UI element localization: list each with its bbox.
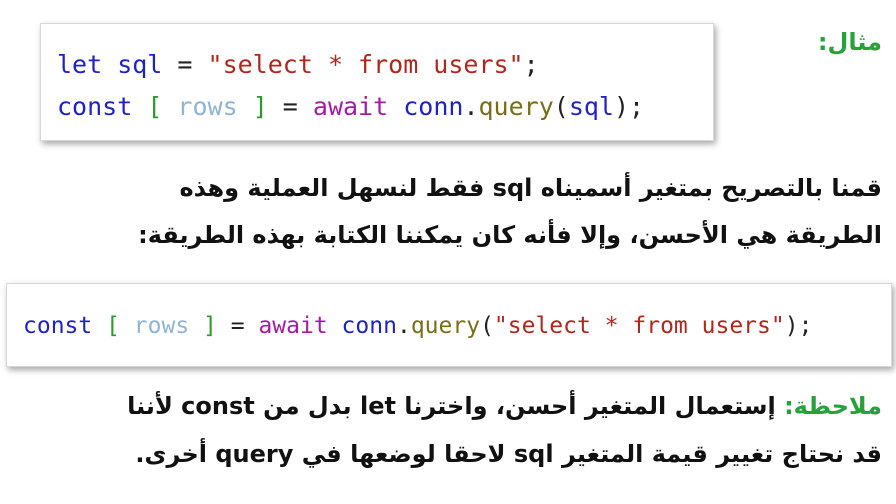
method-query: query xyxy=(410,313,481,339)
variable-sql: sql xyxy=(102,50,163,79)
paragraph-line-1: قمنا بالتصريح بمتغير أسميناه sql فقط لنس… xyxy=(179,174,882,202)
bracket-close: ] xyxy=(237,92,268,121)
code-line-3: const [ rows ] = await conn.query("selec… xyxy=(23,311,812,341)
string-literal: "select * from users" xyxy=(493,313,785,339)
identifier-conn: conn xyxy=(388,92,464,121)
bracket-close: ] xyxy=(189,313,217,339)
dot: . xyxy=(463,92,479,121)
bracket-open: [ xyxy=(92,313,120,339)
note-line-2: قد نحتاج تغيير قيمة المتغير sql لاحقا لو… xyxy=(135,440,882,468)
argument-sql: sql xyxy=(568,92,614,121)
keyword-await: await xyxy=(312,92,389,121)
identifier-conn: conn xyxy=(327,313,397,339)
operator-equals: = xyxy=(162,50,208,79)
operator-equals: = xyxy=(267,92,313,121)
note-label: ملاحظة: xyxy=(784,392,882,420)
note-text-1: إستعمال المتغير أحسن، واخترنا let بدل من… xyxy=(127,392,785,420)
keyword-await: await xyxy=(258,313,328,339)
paren-close: ); xyxy=(784,313,813,339)
code-line-2: const [ rows ] = await conn.query(sql); xyxy=(57,92,644,122)
dot: . xyxy=(396,313,411,339)
paragraph-line-2: الطريقة هي الأحسن، وإلا فأنه كان يمكننا … xyxy=(138,221,882,249)
code-line-1: let sql = "select * from users"; xyxy=(57,50,539,80)
paren-close: ); xyxy=(613,92,645,121)
paren-open: ( xyxy=(480,313,494,339)
code-block-1: let sql = "select * from users"; const [… xyxy=(40,23,714,141)
string-literal: "select * from users" xyxy=(207,50,524,79)
semicolon: ; xyxy=(523,50,539,79)
variable-rows: rows xyxy=(119,313,190,339)
operator-equals: = xyxy=(216,313,259,339)
note-line-1: ملاحظة: إستعمال المتغير أحسن، واخترنا le… xyxy=(127,392,882,420)
keyword-const: const xyxy=(57,92,133,121)
bracket-open: [ xyxy=(132,92,163,121)
method-query: query xyxy=(478,92,554,121)
code-block-2: const [ rows ] = await conn.query("selec… xyxy=(6,283,892,367)
example-label: مثال: xyxy=(817,28,882,56)
keyword-const: const xyxy=(23,313,93,339)
variable-rows: rows xyxy=(162,92,238,121)
paren-open: ( xyxy=(553,92,569,121)
keyword-let: let xyxy=(57,50,103,79)
